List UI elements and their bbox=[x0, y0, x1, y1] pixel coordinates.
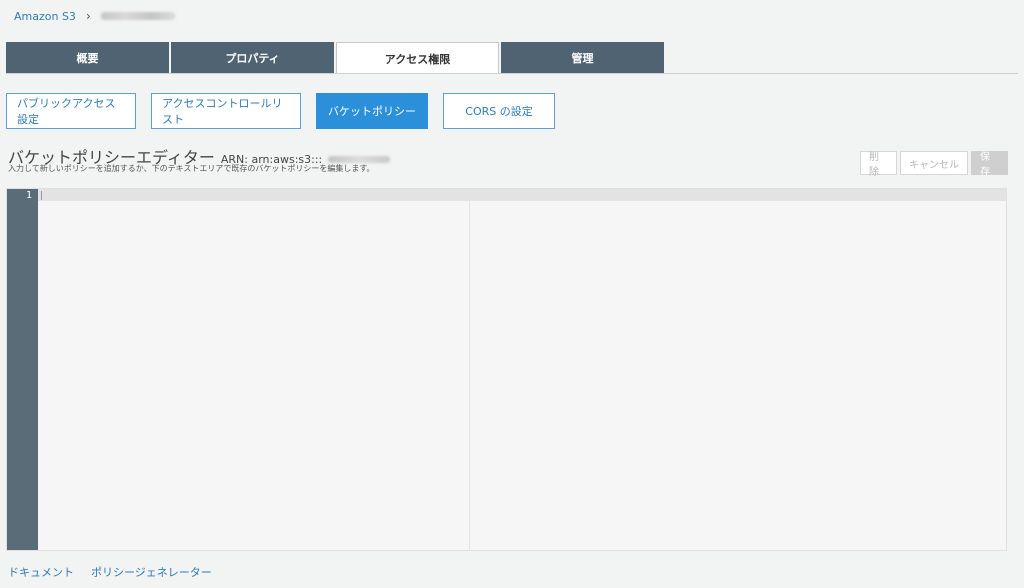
save-button[interactable]: 保存 bbox=[971, 151, 1008, 178]
chevron-right-icon: › bbox=[85, 9, 91, 23]
active-line-highlight bbox=[38, 189, 1006, 201]
permissions-subnav: パブリックアクセス設定 アクセスコントロールリスト バケットポリシー CORS … bbox=[6, 93, 555, 129]
access-control-list-button[interactable]: アクセスコントロールリスト bbox=[151, 93, 301, 129]
cors-configuration-button[interactable]: CORS の設定 bbox=[443, 93, 555, 129]
cancel-button[interactable]: キャンセル bbox=[900, 151, 968, 175]
tab-overview[interactable]: 概要 bbox=[6, 42, 169, 73]
bucket-policy-button[interactable]: バケットポリシー bbox=[316, 93, 428, 129]
line-number: 1 bbox=[25, 190, 32, 201]
breadcrumb: Amazon S3 › bbox=[14, 9, 175, 23]
tab-permissions[interactable]: アクセス権限 bbox=[336, 42, 499, 74]
footer-links: ドキュメント ポリシージェネレーター bbox=[8, 564, 212, 580]
line-number-gutter: 1 bbox=[7, 189, 38, 550]
text-cursor bbox=[41, 191, 42, 200]
delete-button[interactable]: 削除 bbox=[860, 151, 897, 178]
documentation-link[interactable]: ドキュメント bbox=[8, 564, 74, 580]
policy-generator-link[interactable]: ポリシージェネレーター bbox=[91, 564, 212, 580]
policy-code-editor[interactable]: 1 bbox=[6, 188, 1007, 551]
editor-help-text: 入力して新しいポリシーを追加するか、下のテキストエリアで既存のバケットポリシーを… bbox=[8, 164, 375, 173]
tab-properties[interactable]: プロパティ bbox=[171, 42, 334, 73]
arn-redacted bbox=[328, 156, 391, 163]
tab-management[interactable]: 管理 bbox=[501, 42, 664, 73]
bucket-name-redacted bbox=[100, 12, 175, 20]
tab-divider bbox=[6, 73, 1018, 74]
tab-bar: 概要 プロパティ アクセス権限 管理 bbox=[6, 42, 666, 74]
breadcrumb-amazon-s3-link[interactable]: Amazon S3 bbox=[14, 10, 76, 23]
print-margin bbox=[469, 189, 470, 550]
editor-actions: 削除 キャンセル 保存 bbox=[860, 151, 1008, 178]
public-access-settings-button[interactable]: パブリックアクセス設定 bbox=[6, 93, 136, 129]
